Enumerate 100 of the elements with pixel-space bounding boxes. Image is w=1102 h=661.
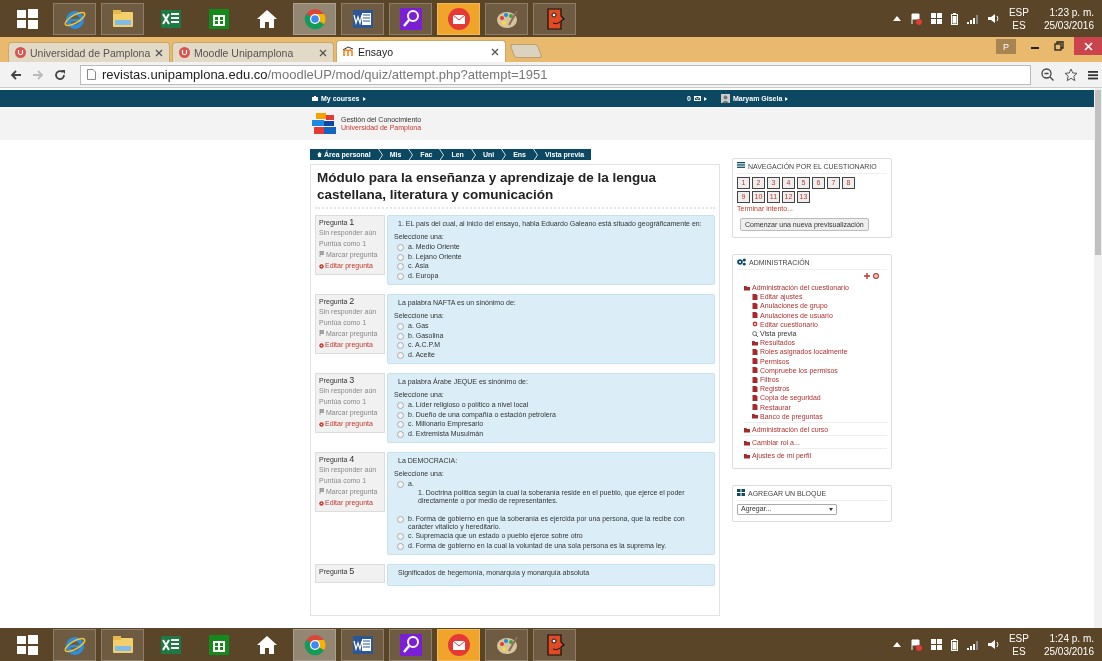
- language-indicator[interactable]: ESP: [1008, 631, 1029, 645]
- radio-button[interactable]: [397, 272, 404, 280]
- envelope-icon: [693, 96, 701, 101]
- flag-icon[interactable]: [909, 12, 922, 25]
- page-icon: [87, 69, 96, 80]
- radio-button[interactable]: [397, 342, 404, 349]
- zoom-out-icon[interactable]: [1041, 68, 1054, 81]
- radio-button[interactable]: [397, 351, 404, 359]
- radio-button[interactable]: [397, 411, 404, 419]
- flag-icon: [319, 330, 324, 336]
- gear-icon[interactable]: [873, 273, 879, 279]
- caret-right-icon: [785, 96, 789, 101]
- chevron-right-icon: [439, 148, 445, 161]
- clock-date[interactable]: 25/03/2016: [1043, 644, 1094, 658]
- star-icon[interactable]: [1064, 67, 1078, 82]
- clock-date[interactable]: 25/03/2016: [1043, 18, 1094, 32]
- browser-tab[interactable]: Universidad de Pamplona: [8, 42, 170, 62]
- clock-time[interactable]: 1:24 p. m.: [1049, 631, 1094, 645]
- speaker-icon[interactable]: [987, 13, 1000, 24]
- taskbar-button[interactable]: [485, 2, 528, 35]
- tab-title[interactable]: Universidad de Pamplona: [30, 46, 151, 59]
- gear-icon: [319, 500, 324, 506]
- windows-logo-icon: [14, 6, 39, 31]
- browser-tab[interactable]: Ensayo: [336, 40, 506, 62]
- taskbar-button[interactable]: [437, 2, 480, 35]
- browser-tab[interactable]: Moodle Unipamplona: [172, 42, 334, 62]
- profile-button[interactable]: P: [996, 39, 1016, 54]
- caret-up-icon[interactable]: [892, 642, 901, 647]
- gears-icon: [737, 258, 746, 266]
- radio-button[interactable]: [397, 263, 404, 270]
- radio-button[interactable]: [397, 323, 404, 330]
- briefcase-icon: [312, 96, 318, 101]
- menu-icon[interactable]: [1088, 69, 1098, 80]
- taskbar-button[interactable]: [101, 628, 144, 661]
- caret-up-icon[interactable]: [892, 16, 901, 21]
- radio-button[interactable]: [397, 332, 404, 340]
- menu-icon: [737, 162, 745, 168]
- radio-button[interactable]: [397, 515, 404, 523]
- radio-button[interactable]: [397, 402, 404, 409]
- move-icon[interactable]: [864, 273, 870, 279]
- url-text: revistas.unipamplona.edu.co/moodleUP/mod/quiz/attempt.php?attempt=1951: [102, 67, 548, 82]
- reload-icon[interactable]: [54, 68, 66, 81]
- caret-right-icon: [362, 96, 366, 101]
- speaker-icon[interactable]: [987, 639, 1000, 650]
- flag-icon: [319, 488, 324, 494]
- taskbar-button[interactable]: [389, 628, 432, 661]
- radio-button[interactable]: [397, 421, 404, 428]
- radio-button[interactable]: [397, 430, 404, 438]
- folder-icon: [744, 284, 750, 291]
- stacked-blocks-logo-icon[interactable]: [312, 112, 338, 135]
- taskbar-button[interactable]: [341, 2, 384, 35]
- windows-logo-icon[interactable]: [930, 13, 942, 24]
- signal-bars-icon[interactable]: [966, 639, 979, 650]
- folder-icon: [752, 339, 758, 346]
- university-favicon-icon: [15, 47, 26, 58]
- home-icon: [317, 152, 322, 157]
- language-indicator[interactable]: ESP: [1008, 5, 1029, 19]
- flag-icon[interactable]: [909, 638, 922, 651]
- chevron-right-icon: [470, 148, 476, 161]
- battery-icon[interactable]: [950, 12, 958, 25]
- close-icon[interactable]: [491, 47, 499, 56]
- radio-button[interactable]: [397, 542, 404, 550]
- battery-icon[interactable]: [950, 638, 958, 651]
- search-icon: [752, 330, 758, 337]
- taskbar-button[interactable]: [293, 628, 336, 661]
- taskbar-button[interactable]: [101, 2, 144, 35]
- taskbar-button[interactable]: [53, 628, 96, 661]
- close-icon[interactable]: [155, 48, 163, 57]
- clock-time[interactable]: 1:23 p. m.: [1049, 5, 1094, 19]
- chrome-browser-icon: [302, 632, 327, 657]
- user-avatar-icon: [720, 94, 730, 103]
- radio-button[interactable]: [397, 244, 404, 251]
- scrollbar-thumb[interactable]: [1095, 90, 1101, 255]
- radio-button[interactable]: [397, 253, 404, 261]
- back-arrow-icon[interactable]: [10, 68, 22, 81]
- signal-bars-icon[interactable]: [966, 13, 979, 24]
- magnifier-icon: [398, 632, 423, 657]
- envelope-icon: [446, 6, 471, 31]
- taskbar-button[interactable]: [437, 628, 480, 661]
- keyboard-indicator[interactable]: ES: [1012, 644, 1026, 658]
- taskbar-button[interactable]: [341, 628, 384, 661]
- windows-logo-icon[interactable]: [930, 639, 942, 650]
- taskbar-button[interactable]: [293, 2, 336, 35]
- caret-right-icon: [703, 96, 707, 101]
- scrollbar[interactable]: [1094, 88, 1102, 628]
- quiz-title: Módulo para la enseñanza y aprendizaje de la lengua castellana, literatura y comunicación: [317, 169, 658, 203]
- tab-title[interactable]: Moodle Unipamplona: [194, 46, 315, 59]
- restore-icon[interactable]: [1054, 41, 1064, 51]
- windows-logo-icon: [14, 632, 39, 657]
- close-window-button[interactable]: [1074, 37, 1102, 55]
- taskbar-button[interactable]: [389, 2, 432, 35]
- keyboard-indicator[interactable]: ES: [1012, 18, 1026, 32]
- tab-title[interactable]: Ensayo: [358, 45, 487, 58]
- close-icon[interactable]: [319, 48, 327, 57]
- radio-button[interactable]: [397, 533, 404, 540]
- address-field[interactable]: revistas.unipamplona.edu.co/moodleUP/mod/quiz/attempt.php?attempt=1951: [80, 64, 1031, 85]
- taskbar-button[interactable]: [485, 628, 528, 661]
- taskbar-button[interactable]: [53, 2, 96, 35]
- radio-button[interactable]: [397, 481, 404, 488]
- chevron-right-icon: [377, 148, 383, 161]
